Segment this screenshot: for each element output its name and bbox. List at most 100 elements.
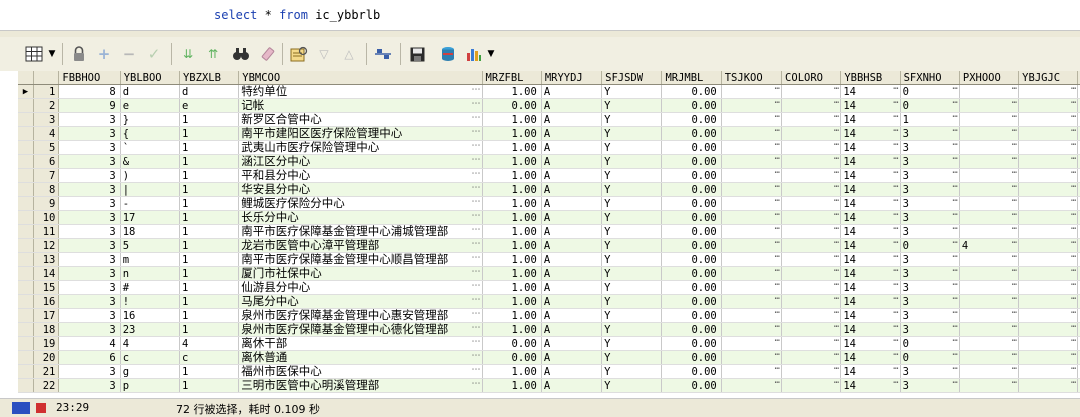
cell-pxhooo[interactable] — [959, 252, 1020, 267]
cell-sfjsdw[interactable]: Y — [601, 350, 663, 365]
cell-mrjmbl[interactable]: 0.00 — [661, 322, 722, 337]
cell-tsjkoo[interactable] — [721, 294, 783, 309]
cell-mrzfbl[interactable]: 1.00 — [482, 154, 542, 169]
cell-tsjkoo[interactable] — [721, 350, 783, 365]
lock-icon[interactable] — [68, 43, 90, 65]
cell-ybjgjc[interactable] — [1018, 308, 1079, 323]
cell-mrzfbl[interactable]: 1.00 — [482, 252, 542, 267]
table-row[interactable]: 143n1厦门市社保中心1.00AY0.00143 — [18, 266, 1080, 281]
cell-ybmcoo[interactable]: 三明市医管中心明溪管理部 — [238, 378, 483, 393]
cell-ybjgjc[interactable] — [1018, 336, 1079, 351]
cell-ybjgjc[interactable] — [1018, 252, 1079, 267]
cell-ybzxlb[interactable]: 1 — [179, 196, 240, 211]
cell-mryydj[interactable]: A — [541, 280, 603, 295]
cell-sfxnho[interactable]: 3 — [900, 308, 960, 323]
row-indicator[interactable] — [18, 308, 34, 323]
cell-yblboo[interactable]: e — [120, 98, 180, 113]
clear-icon[interactable] — [257, 43, 279, 65]
table-row[interactable]: 113181南平市医疗保障基金管理中心浦城管理部1.00AY0.00143 — [18, 224, 1080, 239]
table-row[interactable]: 43{1南平市建阳区医疗保险管理中心1.00AY0.00143 — [18, 126, 1080, 141]
cell-coloro[interactable] — [781, 294, 842, 309]
filter-up-icon[interactable]: ⇈ — [202, 43, 224, 65]
cell-pxhooo[interactable]: 4 — [959, 238, 1020, 253]
cell-ybzxlb[interactable]: 1 — [179, 168, 240, 183]
cell-ybbhsb[interactable]: 14 — [840, 112, 901, 127]
table-row[interactable]: 29ee记帐0.00AY0.00140 — [18, 98, 1080, 113]
cell-mryydj[interactable]: A — [541, 266, 603, 281]
cell-fbbhoo[interactable]: 3 — [58, 168, 121, 183]
cell-yblboo[interactable]: 16 — [120, 308, 180, 323]
cell-ybmcoo[interactable]: 泉州市医疗保障基金管理中心德化管理部 — [238, 322, 483, 337]
cell-sfjsdw[interactable]: Y — [601, 378, 663, 393]
table-row[interactable]: 33}1新罗区合管中心1.00AY0.00141 — [18, 112, 1080, 127]
cell-yblboo[interactable]: g — [120, 364, 180, 379]
cell-ybjgjc[interactable] — [1018, 364, 1079, 379]
current-row-indicator[interactable]: ▶ — [18, 84, 34, 99]
cell-mrzfbl[interactable]: 1.00 — [482, 210, 542, 225]
sort-asc-icon[interactable]: △ — [338, 43, 360, 65]
row-indicator[interactable] — [18, 350, 34, 365]
cell-coloro[interactable] — [781, 266, 842, 281]
cell-tsjkoo[interactable] — [721, 168, 783, 183]
column-header[interactable]: MRYYDJ — [541, 71, 603, 85]
cell-yblboo[interactable]: 17 — [120, 210, 180, 225]
cell-ybmcoo[interactable]: 南平市建阳区医疗保险管理中心 — [238, 126, 483, 141]
cell-coloro[interactable] — [781, 154, 842, 169]
cell-yblboo[interactable]: ` — [120, 140, 180, 155]
cell-yblboo[interactable]: | — [120, 182, 180, 197]
row-number[interactable]: 22 — [33, 378, 60, 393]
row-number[interactable]: 3 — [33, 112, 60, 127]
cell-mrjmbl[interactable]: 0.00 — [661, 140, 722, 155]
cell-ybjgjc[interactable] — [1018, 266, 1079, 281]
cell-sfjsdw[interactable]: Y — [601, 168, 663, 183]
cell-yblboo[interactable]: n — [120, 266, 180, 281]
column-header[interactable]: YBBHSB — [840, 71, 901, 85]
cell-ybbhsb[interactable]: 14 — [840, 280, 901, 295]
cell-ybzxlb[interactable]: 1 — [179, 182, 240, 197]
cell-coloro[interactable] — [781, 308, 842, 323]
cell-sfjsdw[interactable]: Y — [601, 280, 663, 295]
row-indicator[interactable] — [18, 322, 34, 337]
cell-fbbhoo[interactable]: 3 — [58, 364, 121, 379]
cell-fbbhoo[interactable]: 3 — [58, 154, 121, 169]
cell-mryydj[interactable]: A — [541, 98, 603, 113]
cell-sfxnho[interactable]: 3 — [900, 168, 960, 183]
cell-coloro[interactable] — [781, 196, 842, 211]
table-row[interactable]: 183231泉州市医疗保障基金管理中心德化管理部1.00AY0.00143 — [18, 322, 1080, 337]
row-indicator[interactable] — [18, 378, 34, 393]
cell-ybjgjc[interactable] — [1018, 322, 1079, 337]
cell-mryydj[interactable]: A — [541, 210, 603, 225]
row-number[interactable]: 6 — [33, 154, 60, 169]
row-number[interactable]: 12 — [33, 238, 60, 253]
cell-sfxnho[interactable]: 0 — [900, 336, 960, 351]
column-header[interactable]: PXHOOO — [959, 71, 1020, 85]
cell-mrjmbl[interactable]: 0.00 — [661, 280, 722, 295]
cell-ybmcoo[interactable]: 平和县分中心 — [238, 168, 483, 183]
cell-ybbhsb[interactable]: 14 — [840, 182, 901, 197]
cell-coloro[interactable] — [781, 378, 842, 393]
cell-mrjmbl[interactable]: 0.00 — [661, 294, 722, 309]
row-number[interactable]: 5 — [33, 140, 60, 155]
chart-icon[interactable] — [463, 43, 485, 65]
row-number[interactable]: 10 — [33, 210, 60, 225]
cell-yblboo[interactable]: & — [120, 154, 180, 169]
cell-coloro[interactable] — [781, 210, 842, 225]
row-number[interactable]: 9 — [33, 196, 60, 211]
cell-ybjgjc[interactable] — [1018, 294, 1079, 309]
cell-ybzxlb[interactable]: 1 — [179, 294, 240, 309]
row-number[interactable]: 15 — [33, 280, 60, 295]
row-indicator[interactable] — [18, 140, 34, 155]
row-number[interactable]: 20 — [33, 350, 60, 365]
row-indicator[interactable] — [18, 98, 34, 113]
cell-ybmcoo[interactable]: 新罗区合管中心 — [238, 112, 483, 127]
cell-mrzfbl[interactable]: 1.00 — [482, 168, 542, 183]
row-indicator[interactable] — [18, 364, 34, 379]
cell-fbbhoo[interactable]: 6 — [58, 350, 121, 365]
cell-ybjgjc[interactable] — [1018, 224, 1079, 239]
cell-pxhooo[interactable] — [959, 266, 1020, 281]
cell-fbbhoo[interactable]: 9 — [58, 98, 121, 113]
cell-ybbhsb[interactable]: 14 — [840, 126, 901, 141]
cell-pxhooo[interactable] — [959, 280, 1020, 295]
table-row[interactable]: 153#1仙游县分中心1.00AY0.00143 — [18, 280, 1080, 295]
cell-mrzfbl[interactable]: 1.00 — [482, 84, 542, 99]
